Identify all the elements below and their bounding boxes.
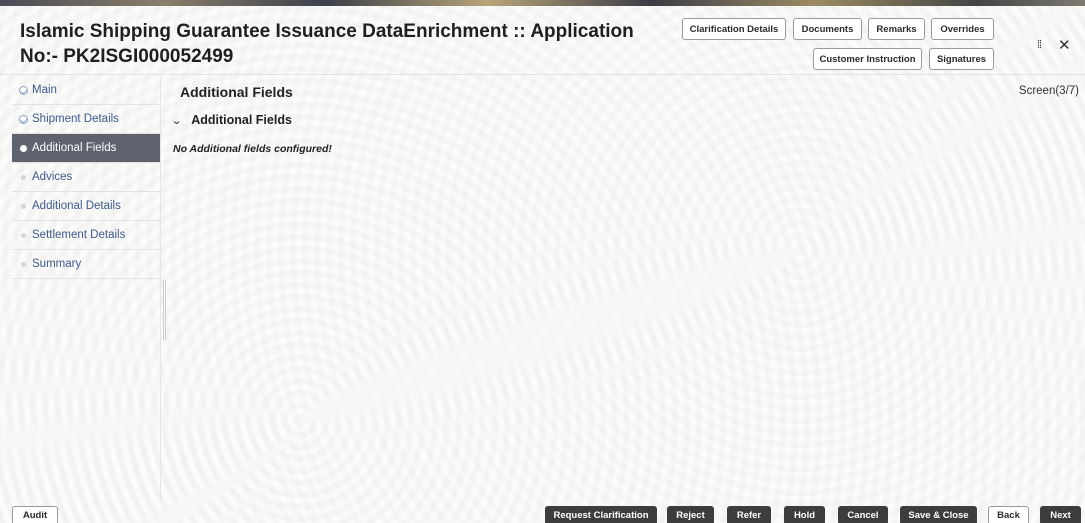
save-and-close-button[interactable]: Save & Close [900, 506, 977, 523]
step-pending-icon [21, 204, 26, 209]
sidebar-divider [160, 76, 161, 501]
request-clarification-button[interactable]: Request Clarification [545, 506, 657, 523]
step-pending-icon [21, 262, 26, 267]
back-button[interactable]: Back [988, 506, 1029, 523]
sidebar-item-shipment-details[interactable]: Shipment Details [12, 105, 160, 134]
step-pending-icon [21, 175, 26, 180]
clarification-details-button[interactable]: Clarification Details [682, 18, 786, 40]
chevron-down-icon: ⌄ [170, 114, 183, 127]
sidebar-item-label: Main [32, 84, 57, 96]
step-complete-icon [19, 115, 28, 124]
hold-button[interactable]: Hold [784, 506, 825, 523]
remarks-button[interactable]: Remarks [868, 18, 925, 40]
sidebar-item-settlement-details[interactable]: Settlement Details [12, 221, 160, 250]
sidebar-resize-handle[interactable] [163, 280, 166, 340]
collapse-icon[interactable]: ⁞⁞ [1037, 39, 1042, 51]
page-title: Islamic Shipping Guarantee Issuance Data… [20, 21, 634, 67]
section-title: Additional Fields [180, 84, 293, 100]
sidebar-item-additional-details[interactable]: Additional Details [12, 192, 160, 221]
sidebar-item-label: Shipment Details [32, 113, 119, 125]
audit-button[interactable]: Audit [12, 506, 58, 523]
documents-button[interactable]: Documents [793, 18, 862, 40]
next-button[interactable]: Next [1040, 506, 1081, 523]
sidebar-item-label: Additional Details [32, 200, 121, 212]
sidebar-item-summary[interactable]: Summary [12, 250, 160, 279]
refer-button[interactable]: Refer [727, 506, 771, 523]
cancel-button[interactable]: Cancel [838, 506, 888, 523]
background-pattern [0, 0, 1085, 523]
sidebar-item-advices[interactable]: Advices [12, 163, 160, 192]
sidebar-item-label: Summary [32, 258, 82, 270]
additional-fields-panel-toggle[interactable]: ⌄ Additional Fields [170, 113, 292, 127]
close-icon[interactable]: ✕ [1058, 36, 1071, 54]
reject-button[interactable]: Reject [667, 506, 714, 523]
action-footer: Audit Request Clarification Reject Refer… [0, 501, 1085, 523]
stepper-sidebar: Main Shipment Details Additional Fields … [12, 76, 160, 279]
step-current-icon [20, 145, 27, 152]
customer-instruction-button[interactable]: Customer Instruction [813, 48, 922, 70]
sidebar-item-main[interactable]: Main [12, 76, 160, 105]
sidebar-item-additional-fields[interactable]: Additional Fields [12, 134, 160, 163]
sidebar-item-label: Advices [32, 171, 73, 183]
step-pending-icon [21, 233, 26, 238]
overrides-button[interactable]: Overrides [931, 18, 994, 40]
header-divider [0, 74, 1085, 75]
sidebar-item-label: Settlement Details [32, 229, 126, 241]
step-complete-icon [19, 86, 28, 95]
panel-label: Additional Fields [191, 113, 292, 127]
screen-counter: Screen(3/7) [1018, 85, 1079, 97]
signatures-button[interactable]: Signatures [929, 48, 994, 70]
empty-state-message: No Additional fields configured! [173, 143, 332, 155]
sidebar-item-label: Additional Fields [32, 142, 117, 154]
page-header: Islamic Shipping Guarantee Issuance Data… [0, 6, 1085, 74]
